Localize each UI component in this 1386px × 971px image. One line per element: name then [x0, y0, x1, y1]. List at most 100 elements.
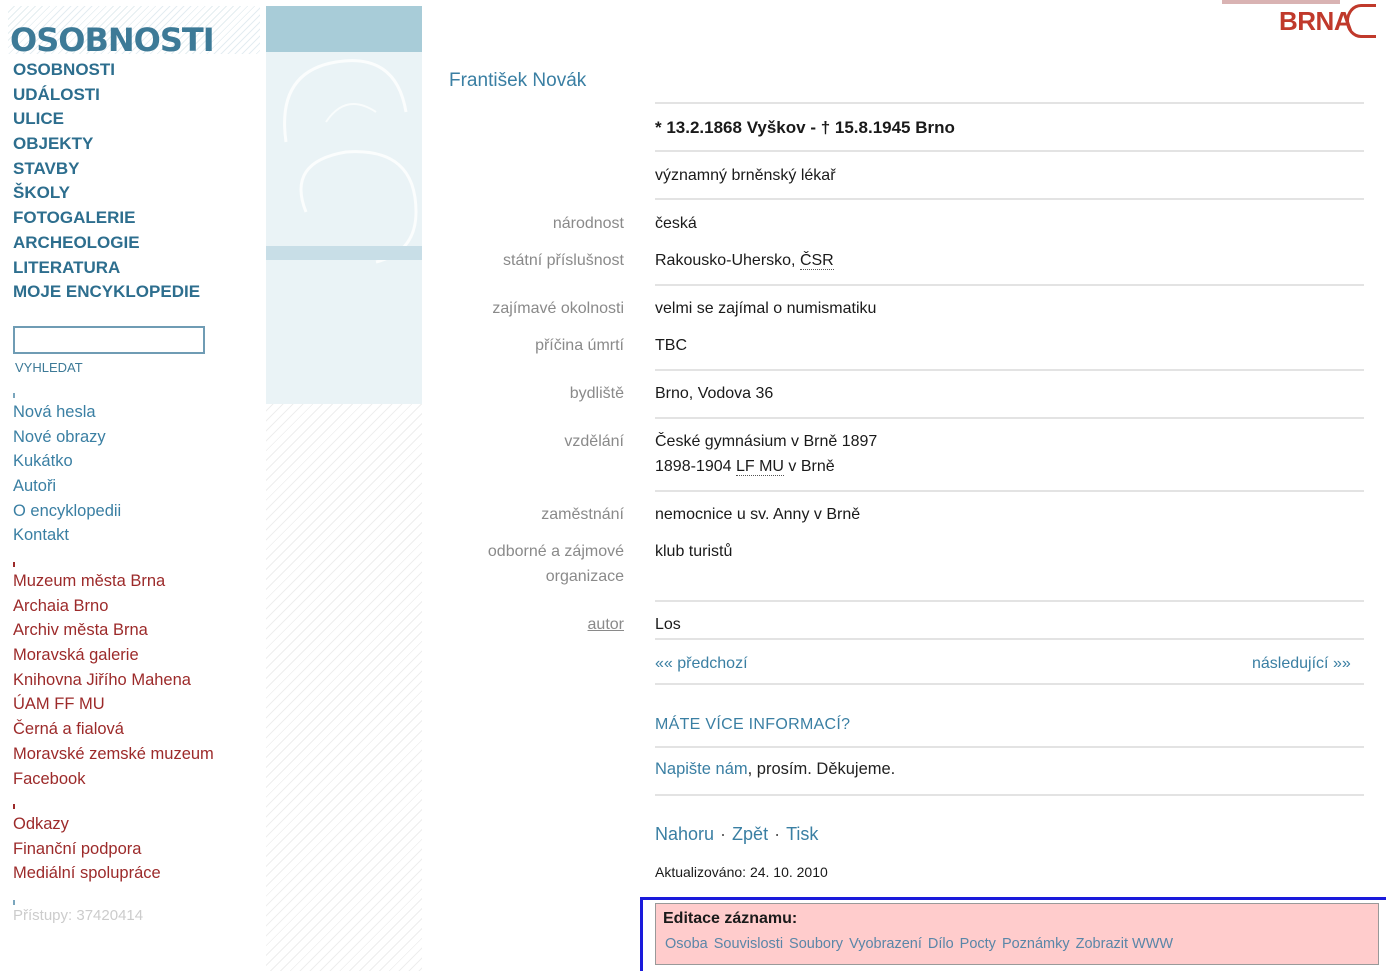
divider-tick — [13, 562, 15, 567]
menu-item-ulice[interactable]: ULICE — [13, 107, 200, 132]
divider — [655, 284, 1364, 286]
link-kontakt[interactable]: Kontakt — [13, 523, 121, 548]
site-logo[interactable]: OSOBNOSTI — [10, 20, 215, 60]
menu-item-osobnosti[interactable]: OSOBNOSTI — [13, 58, 200, 83]
link-kukatko[interactable]: Kukátko — [13, 449, 121, 474]
menu-item-skoly[interactable]: ŠKOLY — [13, 181, 200, 206]
value-interesting-facts: velmi se zajímal o numismatiku — [655, 300, 877, 317]
edit-link-zobrazit-www[interactable]: Zobrazit WWW — [1076, 936, 1173, 952]
value-cause-of-death: TBC — [655, 337, 687, 354]
write-us-text: , prosím. Děkujeme. — [747, 760, 896, 778]
education-years: 1898-1904 — [655, 458, 736, 475]
last-updated: Aktualizováno: 24. 10. 2010 — [655, 864, 828, 880]
link-nova-hesla[interactable]: Nová hesla — [13, 400, 121, 425]
link-nove-obrazy[interactable]: Nové obrazy — [13, 425, 121, 450]
link-archiv-mesta-brna[interactable]: Archiv města Brna — [13, 618, 214, 643]
search-input[interactable] — [13, 326, 205, 354]
label-organizations-line2: organizace — [545, 568, 624, 585]
edit-link-souvislosti[interactable]: Souvislosti — [714, 936, 783, 952]
edit-link-osoba[interactable]: Osoba — [665, 936, 708, 952]
value-author: Los — [655, 616, 681, 633]
menu-item-moje-encyklopedie[interactable]: MOJE ENCYKLOPEDIE — [13, 280, 200, 305]
label-cause-of-death: příčina úmrtí — [535, 337, 624, 354]
citizenship-abbr[interactable]: ČSR — [799, 252, 834, 270]
link-cerna-a-fialova[interactable]: Černá a fialová — [13, 717, 214, 742]
print-link[interactable]: Tisk — [786, 824, 818, 844]
life-dates: * 13.2.1868 Vyškov - † 15.8.1945 Brno — [655, 118, 955, 137]
label-organizations-line1: odborné a zájmové — [487, 543, 624, 560]
sidebar: OSOBNOSTI OSOBNOSTI UDÁLOSTI ULICE OBJEK… — [0, 0, 262, 971]
divider — [655, 490, 1364, 492]
link-facebook[interactable]: Facebook — [13, 767, 214, 792]
brand-tagline-bar — [1222, 0, 1340, 4]
divider-tick — [13, 804, 15, 809]
divider — [655, 746, 1364, 748]
label-nationality: národnost — [552, 215, 624, 232]
label-employment: zaměstnání — [541, 506, 624, 523]
decorative-image — [266, 52, 422, 404]
divider-tick — [13, 393, 15, 398]
education-abbr[interactable]: LF MU — [735, 458, 784, 476]
top-link[interactable]: Nahoru — [655, 824, 714, 844]
person-name-heading: František Novák — [449, 70, 587, 91]
divider — [655, 794, 1364, 796]
menu-item-archeologie[interactable]: ARCHEOLOGIE — [13, 231, 200, 256]
link-medialni-spoluprace[interactable]: Mediální spolupráce — [13, 861, 161, 886]
link-archaia-brno[interactable]: Archaia Brno — [13, 594, 214, 619]
edit-links: Osoba Souvislosti Soubory Vyobrazení Dílo Poc… — [665, 936, 1179, 952]
previous-link[interactable]: «« předchozí — [655, 655, 748, 673]
label-education: vzdělání — [564, 433, 624, 450]
link-knihovna-jiriho-mahena[interactable]: Knihovna Jiřího Mahena — [13, 668, 214, 693]
divider — [655, 102, 1364, 104]
edit-link-poznamky[interactable]: Poznámky — [1002, 936, 1070, 952]
link-moravska-galerie[interactable]: Moravská galerie — [13, 643, 214, 668]
edit-link-soubory[interactable]: Soubory — [789, 936, 843, 952]
menu-item-udalosti[interactable]: UDÁLOSTI — [13, 83, 200, 108]
link-moravske-zemske-muzeum[interactable]: Moravské zemské muzeum — [13, 742, 214, 767]
value-citizenship: Rakousko-Uhersko, ČSR — [655, 248, 834, 274]
label-citizenship: státní příslušnost — [503, 252, 624, 269]
search-button[interactable]: VYHLEDAT — [15, 360, 83, 375]
edit-link-dilo[interactable]: Dílo — [928, 936, 954, 952]
menu-item-objekty[interactable]: OBJEKTY — [13, 132, 200, 157]
next-link[interactable]: následující »» — [1252, 655, 1351, 673]
decorative-header-band — [266, 6, 422, 52]
link-muzeum-mesta-brna[interactable]: Muzeum města Brna — [13, 569, 214, 594]
visit-counter: Přístupy: 37420414 — [13, 907, 144, 924]
link-uam-ff-mu[interactable]: ÚAM FF MU — [13, 692, 214, 717]
edit-link-pocty[interactable]: Pocty — [960, 936, 996, 952]
value-organizations: klub turistů — [655, 543, 733, 560]
label-author[interactable]: autor — [588, 613, 624, 637]
link-odkazy[interactable]: Odkazy — [13, 812, 161, 837]
divider-tick — [13, 900, 15, 905]
link-o-encyklopedii[interactable]: O encyklopedii — [13, 499, 121, 524]
divider — [655, 600, 1364, 602]
link-financni-podpora[interactable]: Finanční podpora — [13, 837, 161, 862]
menu-item-fotogalerie[interactable]: FOTOGALERIE — [13, 206, 200, 231]
divider — [655, 417, 1364, 419]
link-autori[interactable]: Autoři — [13, 474, 121, 499]
menu-item-literatura[interactable]: LITERATURA — [13, 256, 200, 281]
main-menu: OSOBNOSTI UDÁLOSTI ULICE OBJEKTY STAVBY … — [13, 58, 200, 305]
footer-links: Nahoru · Zpět · Tisk — [655, 824, 818, 845]
write-us-link[interactable]: Napište nám — [655, 760, 748, 778]
menu-item-stavby[interactable]: STAVBY — [13, 157, 200, 182]
brand-logo-arc-icon — [1346, 4, 1376, 38]
info-links: Nová hesla Nové obrazy Kukátko Autoři O … — [13, 400, 121, 548]
divider — [655, 369, 1364, 371]
brand-logo-text[interactable]: BRNA — [1279, 6, 1353, 37]
value-education-line2: 1898-1904 LF MU v Brně — [655, 454, 835, 480]
back-link[interactable]: Zpět — [732, 824, 768, 844]
other-links: Odkazy Finanční podpora Mediální spolupr… — [13, 812, 161, 886]
divider — [655, 150, 1364, 152]
edit-link-vyobrazeni[interactable]: Vyobrazení — [849, 936, 922, 952]
person-description: významný brněnský lékař — [655, 167, 836, 184]
decorative-band — [266, 246, 422, 260]
value-nationality: česká — [655, 215, 697, 232]
divider — [655, 683, 1364, 685]
write-us-line: Napište nám, prosím. Děkujeme. — [655, 760, 895, 779]
citizenship-prefix: Rakousko-Uhersko, — [655, 252, 800, 269]
label-residence: bydliště — [569, 385, 624, 402]
edit-panel-title: Editace záznamu: — [663, 910, 798, 927]
education-place: v Brně — [783, 458, 835, 475]
